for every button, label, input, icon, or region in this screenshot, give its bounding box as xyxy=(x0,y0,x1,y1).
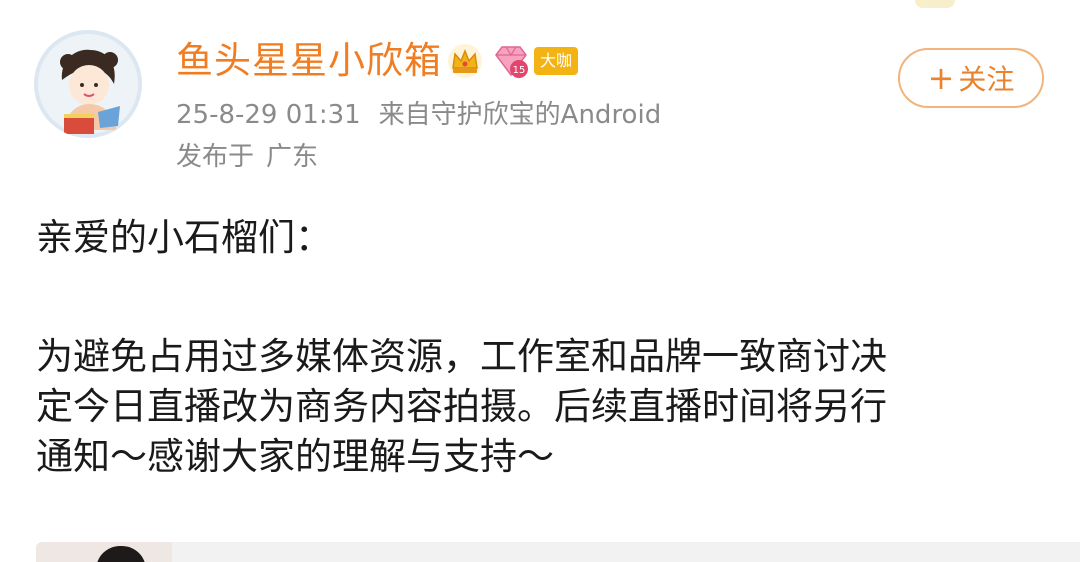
follow-label: 关注 xyxy=(958,63,1015,96)
follow-button[interactable]: + 关注 xyxy=(898,48,1044,108)
post-body-line: 为避免占用过多媒体资源，工作室和品牌一致商讨决 xyxy=(36,335,887,378)
post-body-line: 定今日直播改为商务内容拍摄。后续直播时间将另行 xyxy=(36,385,887,428)
preview-person-icon xyxy=(96,546,146,562)
preview-thumbnail xyxy=(36,542,172,562)
post-location: 发布于 广东 xyxy=(176,140,318,174)
post-greeting: 亲爱的小石榴们： xyxy=(36,216,332,259)
weibo-post: 鱼头星星小欣箱 15 大咖 25-8-29 01:31 来自守护欣宝的Androi… xyxy=(0,0,1080,562)
author-name[interactable]: 鱼头星星小欣箱 xyxy=(176,38,442,84)
post-body: 为避免占用过多媒体资源，工作室和品牌一致商讨决 定今日直播改为商务内容拍摄。后续… xyxy=(36,332,1036,482)
post-timestamp: 25-8-29 01:31 xyxy=(176,100,361,130)
post-body-line: 通知～感谢大家的理解与支持～ xyxy=(36,435,554,478)
avatar[interactable] xyxy=(34,30,142,138)
location-value: 广东 xyxy=(266,142,319,172)
post-source[interactable]: 来自守护欣宝的Android xyxy=(379,100,662,130)
vip-badge[interactable]: 大咖 xyxy=(534,47,579,75)
plus-icon: + xyxy=(927,59,955,97)
location-prefix: 发布于 xyxy=(176,142,255,172)
avatar-illustration-icon xyxy=(34,30,142,138)
decorative-glow xyxy=(915,0,955,8)
diamond-level-icon[interactable]: 15 xyxy=(492,42,530,80)
post-meta: 25-8-29 01:31 来自守护欣宝的Android xyxy=(176,98,661,132)
level-number: 15 xyxy=(513,65,526,76)
next-post-preview[interactable] xyxy=(36,542,1080,562)
crown-icon[interactable] xyxy=(446,42,484,80)
